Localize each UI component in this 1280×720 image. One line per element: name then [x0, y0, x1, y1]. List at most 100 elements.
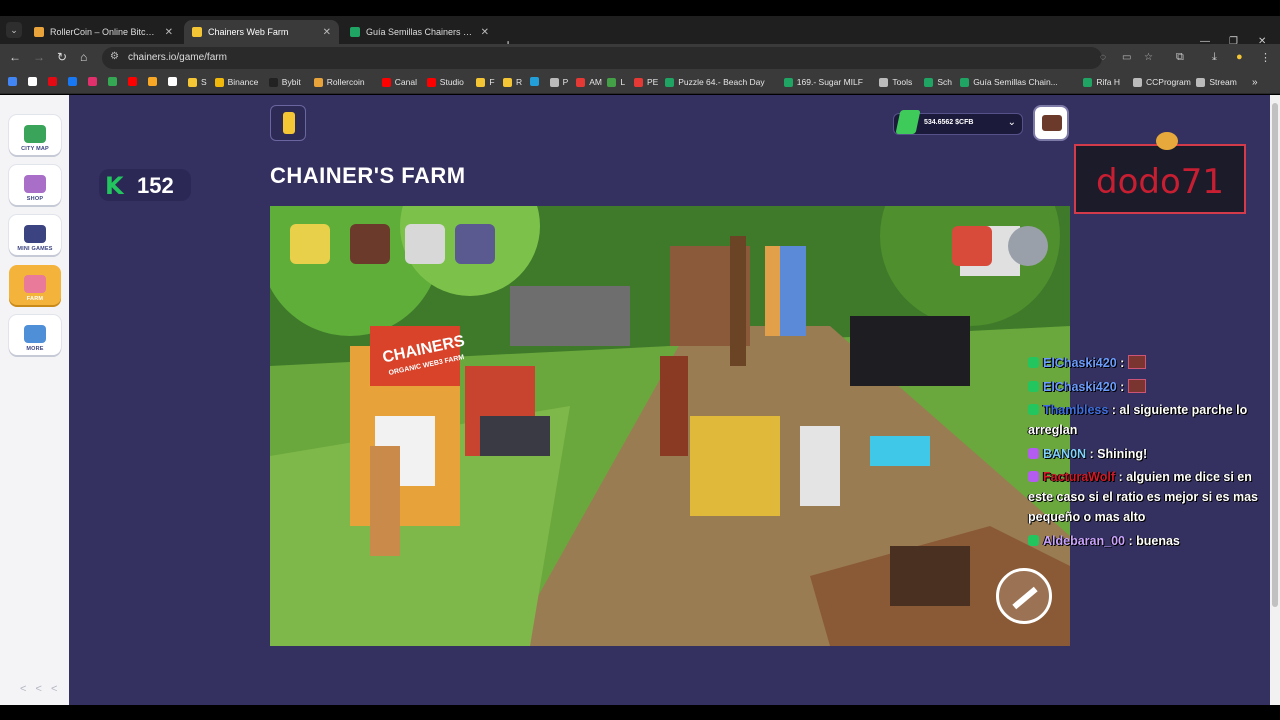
bookmark-item[interactable] — [529, 77, 543, 86]
tab-title: Guía Semillas Chainers by Pier — [366, 27, 475, 37]
bookmark-item[interactable]: Bybit — [268, 77, 301, 87]
bookmark-item[interactable]: Sch — [924, 77, 952, 87]
chat-username: FacturaWolf — [1043, 470, 1115, 484]
gamepad-icon — [24, 225, 46, 243]
anvil-icon[interactable] — [405, 224, 445, 264]
bookmark-label: Canal — [394, 77, 418, 87]
sidebar-item-more[interactable]: MORE — [9, 315, 61, 355]
bookmark-item[interactable]: Stream — [1196, 77, 1237, 87]
bookmark-item[interactable] — [148, 77, 161, 86]
bookmark-label: F — [489, 77, 495, 87]
chat-message: Thambless : al siguiente parche lo arreg… — [1028, 400, 1280, 440]
bookmark-item[interactable]: S — [188, 77, 207, 87]
url-text[interactable]: chainers.io/game/farm — [128, 52, 227, 63]
install-app-icon[interactable]: ▭ — [1122, 52, 1131, 63]
bookmark-item[interactable]: R — [503, 77, 522, 87]
bookmark-item[interactable]: Guía Semillas Chain... — [960, 77, 1058, 87]
chat-message: ElChaski420 : — [1028, 377, 1280, 397]
close-tab-icon[interactable]: ✕ — [165, 27, 173, 38]
bookmark-item[interactable]: Studio — [426, 77, 464, 87]
sidebar-item-label: MINI GAMES — [17, 246, 53, 252]
sidebar-item-mini-games[interactable]: MINI GAMES — [9, 215, 61, 255]
streamer-banner: dodo71 — [1074, 132, 1246, 214]
bookmark-item[interactable]: Binance — [214, 77, 258, 87]
bookmark-item[interactable] — [108, 77, 121, 86]
bookmark-item[interactable] — [8, 77, 21, 86]
bookmark-item[interactable] — [48, 77, 61, 86]
site-settings-icon[interactable]: ⚙ — [110, 51, 119, 62]
scrollbar-thumb[interactable] — [1272, 103, 1278, 607]
bookmark-item[interactable]: F — [476, 77, 495, 87]
bookmark-item[interactable] — [128, 77, 141, 86]
chat-badge-icon — [1028, 357, 1039, 368]
bookmark-item[interactable]: Tools — [879, 77, 912, 87]
bookmark-favicon-icon — [313, 77, 323, 87]
browser-tab[interactable]: Chainers Web Farm ✕ — [184, 20, 339, 44]
bookmark-favicon-icon — [168, 77, 177, 86]
bookmark-favicon-icon — [576, 77, 586, 87]
bookmarks-bar: S Binance Bybit Rollercoin Canal Studio F R P AM L… — [0, 72, 1280, 94]
money-board-icon[interactable] — [350, 224, 390, 264]
farm-game-canvas[interactable]: CHAINERS ORGANIC WEB3 FARM — [270, 206, 1070, 646]
close-tab-icon[interactable]: ✕ — [323, 27, 331, 38]
download-icon[interactable]: ⤓ — [1212, 51, 1217, 64]
wallet-icon — [1042, 115, 1062, 131]
eye-off-icon[interactable]: ◌ — [1100, 52, 1106, 63]
chat-text: : buenas — [1128, 533, 1180, 548]
screen-bottom-bar — [0, 705, 1280, 720]
bookmark-star-icon[interactable]: ☆ — [1144, 52, 1153, 63]
bookmark-item[interactable]: Canal — [381, 77, 418, 87]
browser-tab[interactable]: RollerCoin – Online Bitcoin Mi ✕ — [26, 20, 181, 44]
reload-icon[interactable]: ↻ — [57, 50, 67, 64]
bookmark-item[interactable]: Rifa H — [1083, 77, 1120, 87]
bookmark-item[interactable]: P — [549, 77, 569, 87]
collapse-sidebar-button[interactable]: < < < — [20, 683, 60, 695]
chat-badge-icon — [1028, 404, 1039, 415]
chat-emote-icon — [1128, 378, 1147, 393]
bookmark-item[interactable]: 169.- Sugar MILF — [783, 77, 863, 87]
hammer-icon[interactable] — [996, 568, 1052, 624]
wallet-button[interactable] — [1033, 105, 1069, 141]
bookmark-item[interactable] — [28, 77, 41, 86]
tab-favicon-icon — [350, 27, 360, 37]
bookmark-favicon-icon — [549, 77, 559, 87]
bookmark-favicon-icon — [48, 77, 57, 86]
bookmark-label: P — [562, 77, 569, 87]
bookmarks-overflow-icon[interactable]: » — [1252, 77, 1258, 88]
calculator-icon[interactable] — [290, 224, 330, 264]
chat-badge-icon — [1028, 380, 1039, 392]
bookmark-item[interactable]: Puzzle 64.- Beach Day — [665, 77, 765, 87]
character-button[interactable] — [270, 105, 306, 141]
back-arrow-icon[interactable]: ← — [9, 50, 21, 64]
bookmark-item[interactable]: L — [607, 77, 625, 87]
bookmark-item[interactable] — [68, 77, 81, 86]
bookmark-item[interactable]: AM — [576, 77, 602, 87]
robot-icon[interactable] — [455, 224, 495, 264]
bookmark-favicon-icon — [381, 77, 391, 87]
bookmark-item[interactable]: PE — [634, 77, 658, 87]
close-tab-icon[interactable]: ✕ — [481, 27, 489, 38]
chat-text: : — [1120, 356, 1125, 370]
bookmark-favicon-icon — [879, 77, 889, 87]
sidebar-item-city-map[interactable]: CITY MAP — [9, 115, 61, 155]
bookmark-favicon-icon — [148, 77, 157, 86]
cfb-token-icon — [895, 110, 921, 134]
bookmark-item[interactable] — [168, 77, 181, 86]
browser-tab[interactable]: Guía Semillas Chainers by Pier ✕ — [342, 20, 497, 44]
address-bar[interactable]: ⚙ chainers.io/game/farm ◌ ▭ ☆ — [102, 47, 1153, 69]
bookmark-item[interactable]: Rollercoin — [313, 77, 365, 87]
menu-icon[interactable]: ⋮ — [1260, 51, 1271, 64]
home-icon[interactable]: ⌂ — [80, 50, 87, 64]
bookmark-item[interactable]: CCProgram — [1133, 77, 1191, 87]
bookmark-item[interactable] — [88, 77, 101, 86]
sidebar-item-farm[interactable]: FARM — [9, 265, 61, 305]
sidebar-item-shop[interactable]: SHOP — [9, 165, 61, 205]
page-scrollbar[interactable] — [1270, 95, 1280, 705]
tab-search-button[interactable]: ⌄ — [6, 22, 22, 38]
settings-gear-icon[interactable] — [1008, 226, 1048, 266]
forward-arrow-icon[interactable]: → — [33, 50, 45, 64]
profile-icon[interactable]: ● — [1236, 51, 1243, 63]
extensions-icon[interactable]: ⧉ — [1176, 51, 1184, 64]
balance-dropdown[interactable]: 534.6562 $CFB ⌄ — [893, 110, 1023, 135]
chest-icon[interactable] — [952, 226, 992, 266]
